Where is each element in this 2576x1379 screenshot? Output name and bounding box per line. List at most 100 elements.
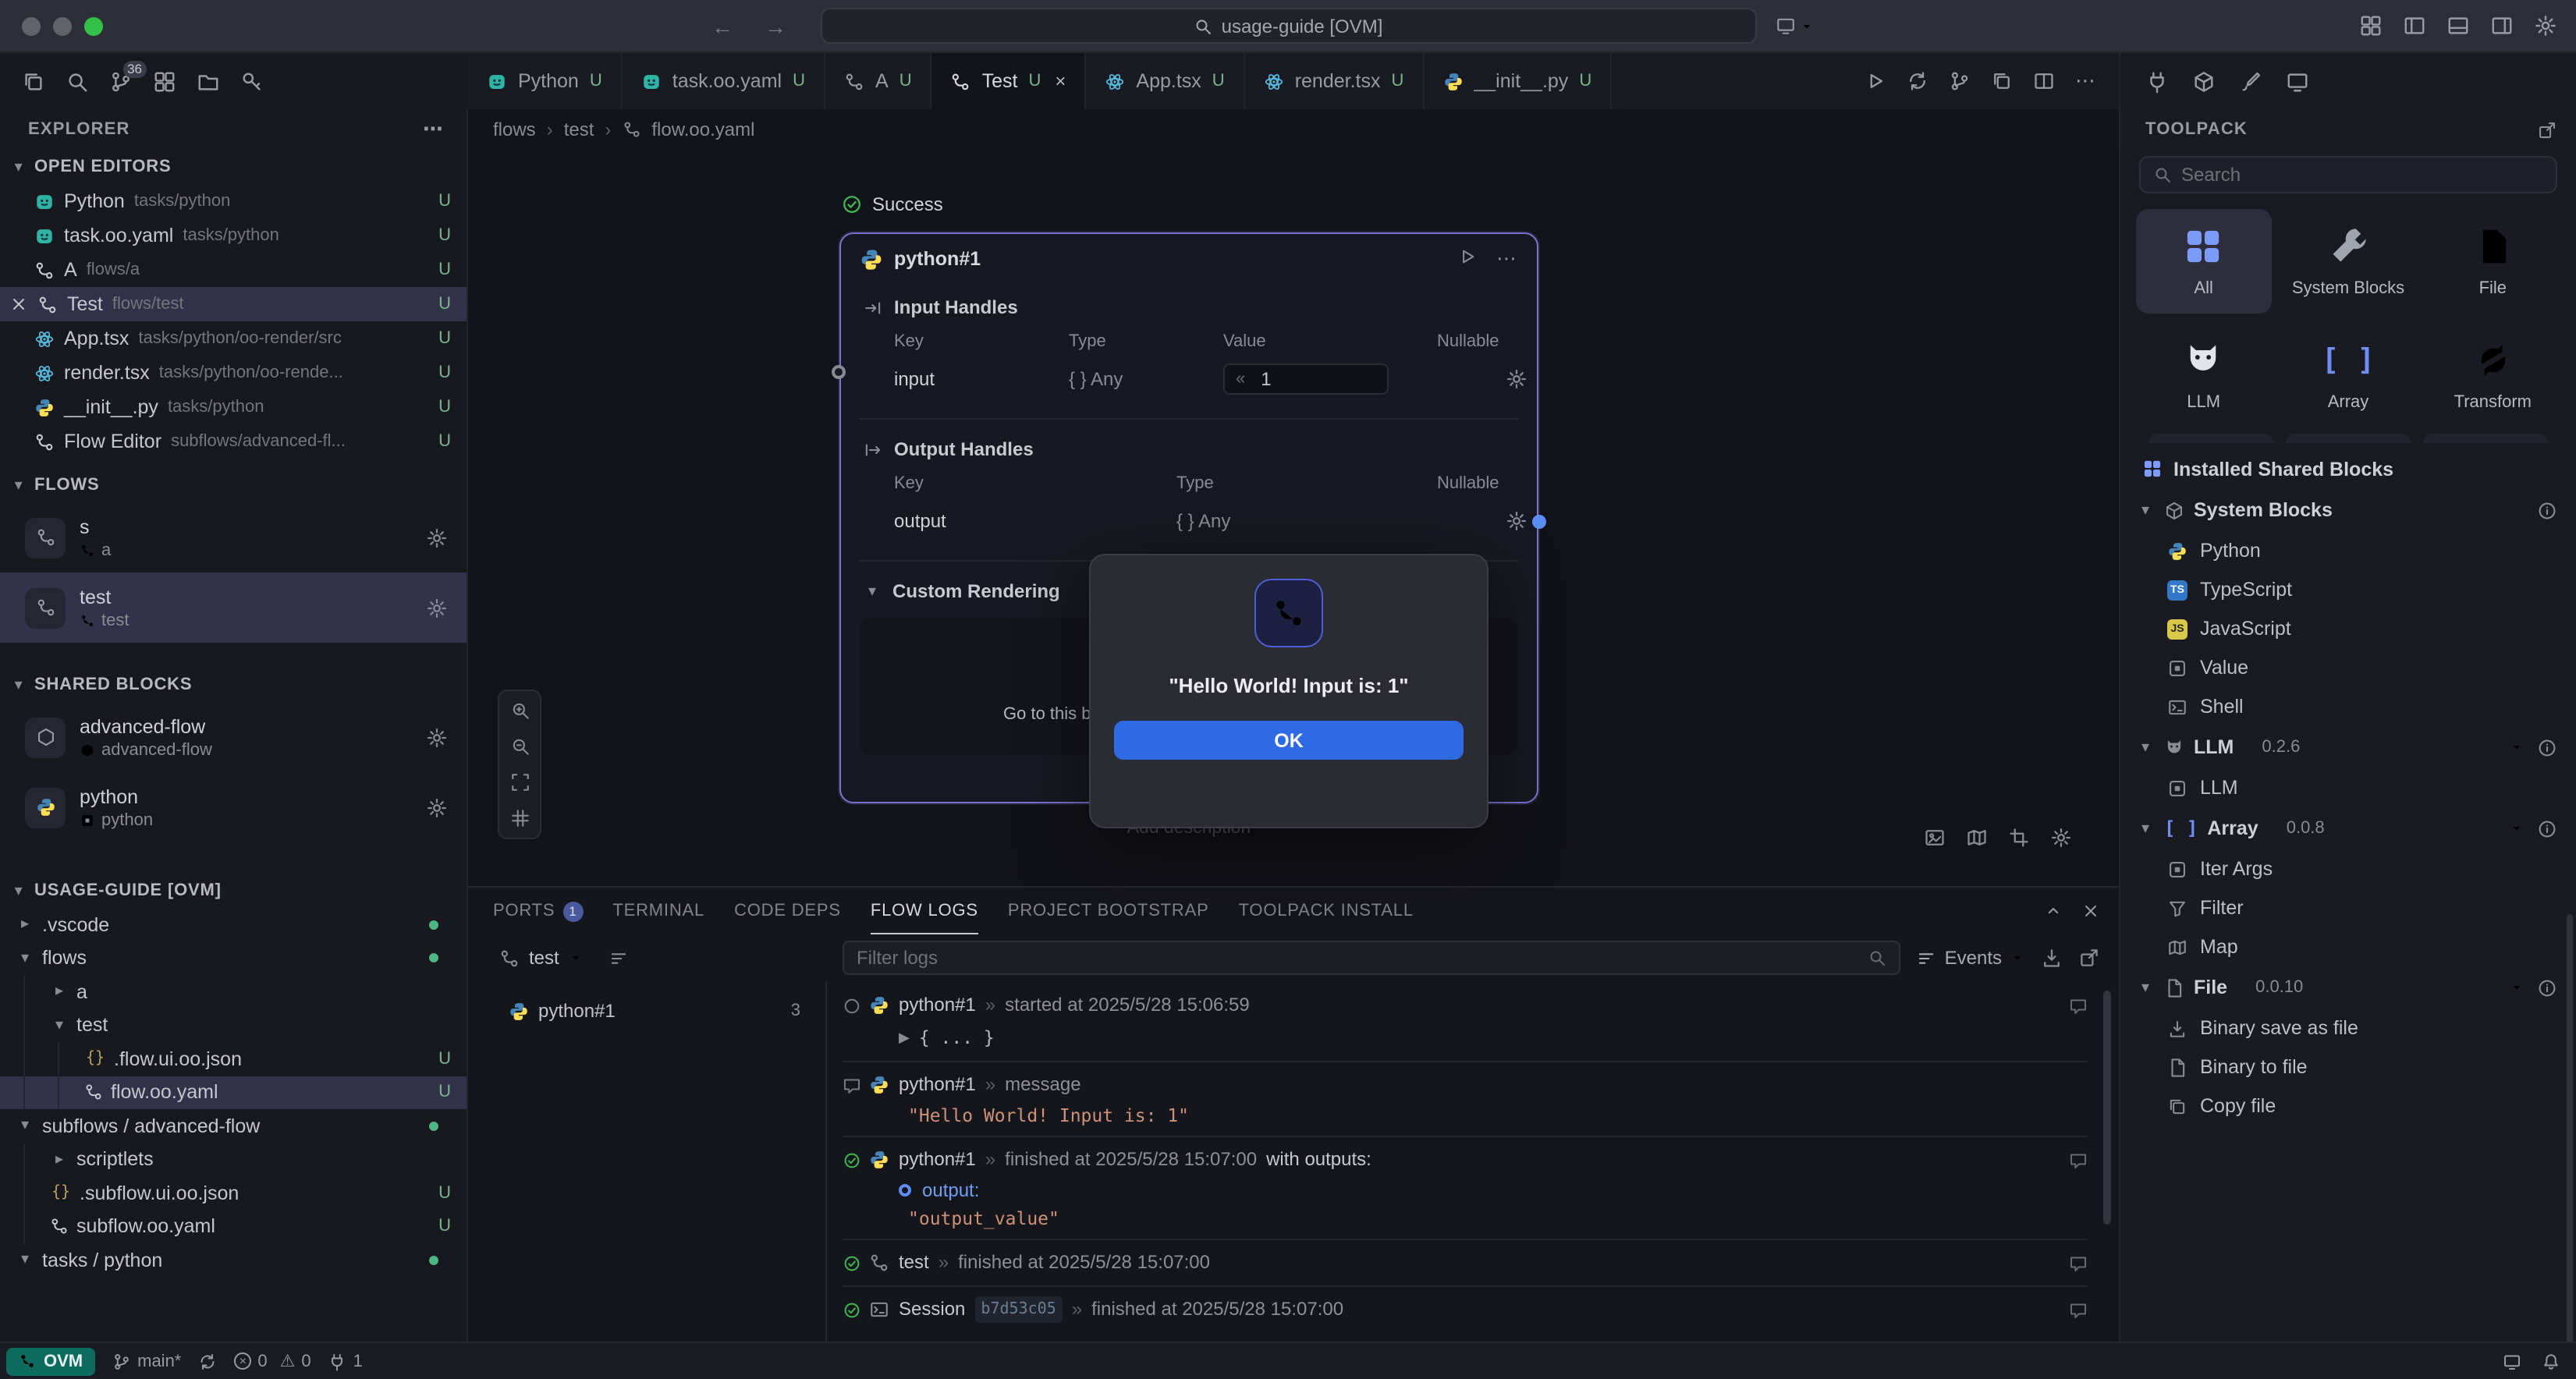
info-icon[interactable] bbox=[2537, 737, 2557, 757]
output-port[interactable] bbox=[1532, 515, 1546, 529]
folder-icon[interactable] bbox=[197, 69, 220, 93]
git-compare-icon[interactable] bbox=[1949, 70, 1971, 92]
block-item-filter[interactable]: Filter bbox=[2120, 888, 2576, 927]
log-row[interactable]: Sessionb7d53c05 »finished at 2025/5/28 1… bbox=[843, 1293, 2088, 1326]
comment-icon[interactable] bbox=[2069, 1253, 2088, 1272]
log-row[interactable]: python#1»finished at 2025/5/28 15:07:00w… bbox=[843, 1143, 2088, 1176]
log-row[interactable]: python#1»started at 2025/5/28 15:06:59 bbox=[843, 989, 2088, 1022]
source-control-icon[interactable]: 36 bbox=[109, 69, 133, 93]
explorer-more-icon[interactable]: ⋯ bbox=[423, 117, 445, 142]
open-editor-item[interactable]: render.tsxtasks/python/oo-rende... U bbox=[0, 356, 467, 390]
tree-folder[interactable]: ▾tasks / python bbox=[0, 1243, 467, 1277]
expand-arrow-icon[interactable]: ▶ bbox=[899, 1025, 910, 1051]
log-list-icon[interactable] bbox=[609, 948, 630, 968]
category-array[interactable]: [ ] Array bbox=[2280, 323, 2415, 427]
close-tab-icon[interactable]: × bbox=[1055, 70, 1066, 92]
flows-header[interactable]: ▾FLOWS bbox=[0, 468, 467, 502]
block-item-iter-args[interactable]: Iter Args bbox=[2120, 849, 2576, 888]
screencast-icon[interactable] bbox=[2503, 1352, 2521, 1370]
section-llm[interactable]: ▾ LLM 0.2.6 bbox=[2120, 726, 2576, 768]
keys-icon[interactable] bbox=[240, 69, 264, 93]
node-more-icon[interactable]: ⋯ bbox=[1496, 246, 1518, 271]
chevron-down-icon[interactable] bbox=[2509, 821, 2525, 836]
ports-status[interactable]: 1 bbox=[328, 1352, 363, 1370]
section-system-blocks[interactable]: ▾ System Blocks bbox=[2120, 489, 2576, 531]
value-input[interactable]: «1 bbox=[1223, 363, 1389, 395]
screenshot-icon[interactable] bbox=[1924, 827, 1946, 849]
copy-icon[interactable] bbox=[1991, 70, 2013, 92]
open-editor-item[interactable]: Pythontasks/python U bbox=[0, 184, 467, 218]
log-row[interactable]: python#1»message bbox=[843, 1069, 2088, 1101]
flow-item-selected[interactable]: test test bbox=[0, 573, 467, 643]
split-editor-icon[interactable] bbox=[2033, 70, 2055, 92]
flow-selector[interactable]: test bbox=[468, 947, 827, 969]
extensions-icon[interactable] bbox=[153, 69, 176, 93]
block-item-python[interactable]: Python bbox=[2120, 531, 2576, 570]
ovm-badge[interactable]: OVM bbox=[6, 1347, 95, 1375]
log-scrollbar[interactable] bbox=[2103, 991, 2111, 1225]
tree-folder[interactable]: ▸scriptlets bbox=[0, 1143, 467, 1176]
open-editors-header[interactable]: ▾OPEN EDITORS bbox=[0, 150, 467, 184]
toolpack-scrollbar[interactable] bbox=[2567, 914, 2573, 1342]
toggle-secondary-sidebar-icon[interactable] bbox=[2490, 14, 2514, 37]
events-filter-dropdown[interactable]: Events bbox=[1917, 947, 2025, 969]
block-item-value[interactable]: Value bbox=[2120, 648, 2576, 687]
tab-a[interactable]: AU bbox=[825, 53, 932, 109]
frame-selection-icon[interactable] bbox=[2008, 827, 2030, 849]
forward-icon[interactable]: → bbox=[765, 13, 786, 38]
zoom-out-icon[interactable] bbox=[504, 732, 535, 761]
block-item-copy-file[interactable]: Copy file bbox=[2120, 1087, 2576, 1126]
tab-toolpack-install[interactable]: TOOLPACK INSTALL bbox=[1239, 888, 1414, 934]
log-node-item[interactable]: python#1 3 bbox=[468, 994, 825, 1028]
flow-item[interactable]: s a bbox=[0, 502, 467, 573]
tree-file[interactable]: {} .subflow.ui.oo.jsonU bbox=[0, 1176, 467, 1210]
tab-test[interactable]: TestU × bbox=[932, 53, 1087, 109]
gear-icon[interactable] bbox=[1506, 368, 1528, 390]
shared-block-item[interactable]: advanced-flow advanced-flow bbox=[0, 702, 467, 772]
sync-status[interactable] bbox=[198, 1352, 217, 1370]
comment-icon[interactable] bbox=[2069, 1150, 2088, 1169]
shared-block-item[interactable]: python python bbox=[0, 772, 467, 842]
open-editor-item-active[interactable]: Testflows/test U bbox=[0, 287, 467, 321]
gear-icon[interactable] bbox=[426, 796, 448, 818]
block-item-javascript[interactable]: JSJavaScript bbox=[2120, 609, 2576, 648]
section-file[interactable]: ▾ File 0.0.10 bbox=[2120, 966, 2576, 1009]
tree-folder[interactable]: ▾subflows / advanced-flow bbox=[0, 1109, 467, 1143]
open-logs-icon[interactable] bbox=[2078, 947, 2100, 969]
run-icon[interactable] bbox=[1865, 70, 1886, 92]
category-llm[interactable]: LLM bbox=[2136, 323, 2271, 427]
tab-terminal[interactable]: TERMINAL bbox=[612, 888, 704, 934]
tree-folder[interactable]: ▸.vscode bbox=[0, 908, 467, 941]
comment-icon[interactable] bbox=[2069, 1300, 2088, 1319]
chevron-down-icon[interactable] bbox=[2509, 739, 2525, 755]
block-item-llm[interactable]: LLM bbox=[2120, 768, 2576, 807]
close-panel-icon[interactable] bbox=[2081, 902, 2100, 920]
info-icon[interactable] bbox=[2537, 977, 2557, 998]
package-icon[interactable] bbox=[2192, 69, 2216, 93]
more-actions-icon[interactable]: ⋯ bbox=[2075, 69, 2097, 94]
command-center-search[interactable]: usage-guide [OVM] bbox=[820, 8, 1756, 44]
block-item-shell[interactable]: Shell bbox=[2120, 687, 2576, 726]
tab-flow-logs[interactable]: FLOW LOGS bbox=[871, 888, 978, 934]
tree-folder[interactable]: ▾test bbox=[0, 1009, 467, 1042]
gear-icon[interactable] bbox=[1506, 510, 1528, 532]
screen-share-icon[interactable] bbox=[1775, 16, 1814, 36]
customize-layout-icon[interactable] bbox=[2359, 14, 2383, 37]
minimize-button[interactable] bbox=[53, 16, 72, 35]
open-editor-item[interactable]: __init__.pytasks/python U bbox=[0, 390, 467, 424]
info-icon[interactable] bbox=[2537, 500, 2557, 520]
category-transform[interactable]: Transform bbox=[2425, 323, 2560, 427]
toolpack-search[interactable] bbox=[2139, 156, 2557, 193]
back-icon[interactable]: ← bbox=[711, 13, 733, 38]
tab-python[interactable]: PythonU bbox=[468, 53, 623, 109]
gear-icon[interactable] bbox=[426, 726, 448, 748]
tab-project-bootstrap[interactable]: PROJECT BOOTSTRAP bbox=[1008, 888, 1209, 934]
input-port[interactable] bbox=[832, 365, 846, 379]
tab-code-deps[interactable]: CODE DEPS bbox=[734, 888, 841, 934]
ok-button[interactable]: OK bbox=[1114, 721, 1464, 760]
brush-icon[interactable] bbox=[2239, 69, 2262, 93]
fit-view-icon[interactable] bbox=[504, 767, 535, 797]
block-item-binary-to-file[interactable]: Binary to file bbox=[2120, 1048, 2576, 1087]
log-list[interactable]: python#1»started at 2025/5/28 15:06:59 ▶… bbox=[827, 981, 2119, 1342]
tree-folder[interactable]: ▾flows bbox=[0, 941, 467, 975]
